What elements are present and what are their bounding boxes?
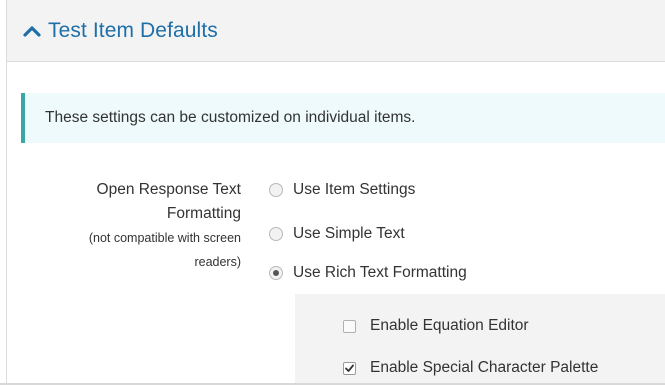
open-response-setting-label: Open Response Text Formatting (not compa… — [11, 178, 241, 274]
checkbox-enable-equation-editor[interactable] — [343, 319, 356, 333]
open-response-label-line1: Open Response Text — [96, 181, 241, 198]
info-message-box: These settings can be customized on indi… — [21, 93, 665, 143]
screen-reader-note-line1: (not compatible with screen — [88, 231, 241, 245]
radio-option-use-rich-text-formatting[interactable]: Use Rich Text Formatting — [269, 261, 467, 285]
screen-reader-note-line2: readers) — [194, 255, 241, 269]
checkmark-icon — [345, 364, 354, 372]
radio-label-use-item-settings[interactable]: Use Item Settings — [293, 181, 415, 199]
checkbox-option-enable-special-character-palette[interactable]: Enable Special Character Palette — [343, 356, 598, 380]
checkbox-label-enable-special-character-palette[interactable]: Enable Special Character Palette — [370, 359, 598, 377]
info-message-text: These settings can be customized on indi… — [45, 109, 416, 126]
section-title: Test Item Defaults — [48, 18, 218, 42]
radio-button-use-simple-text[interactable] — [269, 227, 283, 241]
radio-label-use-rich-text-formatting[interactable]: Use Rich Text Formatting — [293, 264, 467, 282]
radio-button-use-rich-text-formatting[interactable] — [269, 266, 283, 280]
radio-button-use-item-settings[interactable] — [269, 183, 283, 197]
checkbox-enable-special-character-palette[interactable] — [343, 361, 356, 375]
checkbox-label-enable-equation-editor[interactable]: Enable Equation Editor — [370, 317, 529, 335]
section-header-test-item-defaults[interactable]: Test Item Defaults — [7, 0, 665, 62]
radio-option-use-simple-text[interactable]: Use Simple Text — [269, 222, 405, 246]
open-response-label-line2: Formatting — [166, 205, 241, 222]
chevron-up-icon[interactable] — [22, 21, 42, 41]
settings-panel: Test Item Defaults These settings can be… — [6, 0, 665, 385]
checkbox-option-enable-equation-editor[interactable]: Enable Equation Editor — [343, 314, 529, 338]
radio-option-use-item-settings[interactable]: Use Item Settings — [269, 178, 415, 202]
radio-label-use-simple-text[interactable]: Use Simple Text — [293, 225, 405, 243]
